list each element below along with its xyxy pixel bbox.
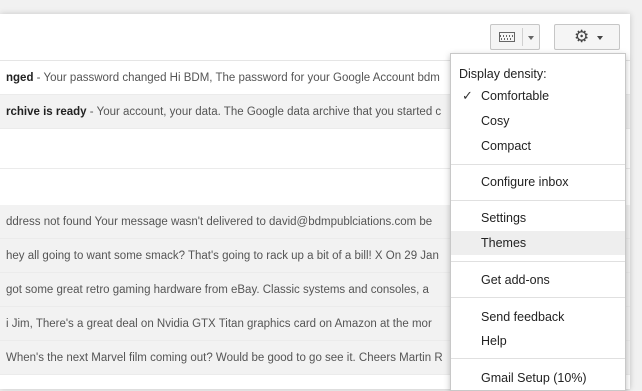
menu-divider: [451, 358, 625, 359]
menu-item-label: Help: [481, 334, 507, 348]
menu-item-label: Comfortable: [481, 89, 550, 103]
email-snippet: hey all going to want some smack? That's…: [6, 250, 439, 262]
chevron-down-icon: [597, 36, 603, 40]
menu-item-themes[interactable]: Themes: [451, 231, 625, 255]
input-tools-button[interactable]: [490, 24, 540, 50]
checkmark-icon: ✓: [462, 88, 473, 103]
menu-item-label: Themes: [481, 236, 527, 250]
density-heading: Display density:: [459, 67, 547, 81]
menu-divider: [451, 261, 625, 262]
menu-item-label: Configure inbox: [481, 175, 569, 189]
menu-item-label: Get add-ons: [481, 273, 550, 287]
menu-item-label: Send feedback: [481, 310, 565, 324]
menu-item-gmail-setup[interactable]: Gmail Setup (10%): [451, 366, 625, 390]
email-snippet: got some great retro gaming hardware fro…: [6, 284, 429, 296]
settings-menu: Display density: ✓ Comfortable Cosy Comp…: [450, 53, 626, 391]
menu-item-label: Settings: [481, 211, 527, 225]
button-separator: [522, 28, 523, 46]
density-cosy[interactable]: Cosy: [451, 109, 625, 133]
menu-item-settings[interactable]: Settings: [451, 206, 625, 230]
density-comfortable[interactable]: ✓ Comfortable: [451, 84, 625, 108]
menu-item-help[interactable]: Help: [451, 329, 625, 353]
email-snippet: ddress not found Your message wasn't del…: [6, 216, 433, 228]
email-snippet: When's the next Marvel film coming out? …: [6, 352, 443, 364]
menu-item-label: Compact: [481, 139, 532, 153]
menu-divider: [451, 200, 625, 201]
email-subject: rchive is ready: [6, 106, 87, 118]
menu-item-get-addons[interactable]: Get add-ons: [451, 268, 625, 292]
density-compact[interactable]: Compact: [451, 134, 625, 158]
gear-icon: ⚙: [574, 27, 590, 46]
menu-item-configure-inbox[interactable]: Configure inbox: [451, 170, 625, 194]
email-subject: nged: [6, 72, 34, 84]
menu-divider: [451, 164, 625, 165]
email-snippet: - Your password changed Hi BDM, The pass…: [33, 72, 440, 84]
menu-item-label: Cosy: [481, 114, 510, 128]
menu-item-label: Gmail Setup (10%): [481, 371, 587, 385]
chevron-down-icon[interactable]: [528, 36, 534, 40]
settings-button[interactable]: ⚙: [554, 24, 620, 50]
email-snippet: - Your account, your data. The Google da…: [86, 106, 442, 118]
menu-divider: [451, 297, 625, 298]
keyboard-icon: [499, 32, 515, 42]
email-snippet: i Jim, There's a great deal on Nvidia GT…: [6, 318, 432, 330]
menu-item-send-feedback[interactable]: Send feedback: [451, 305, 625, 329]
